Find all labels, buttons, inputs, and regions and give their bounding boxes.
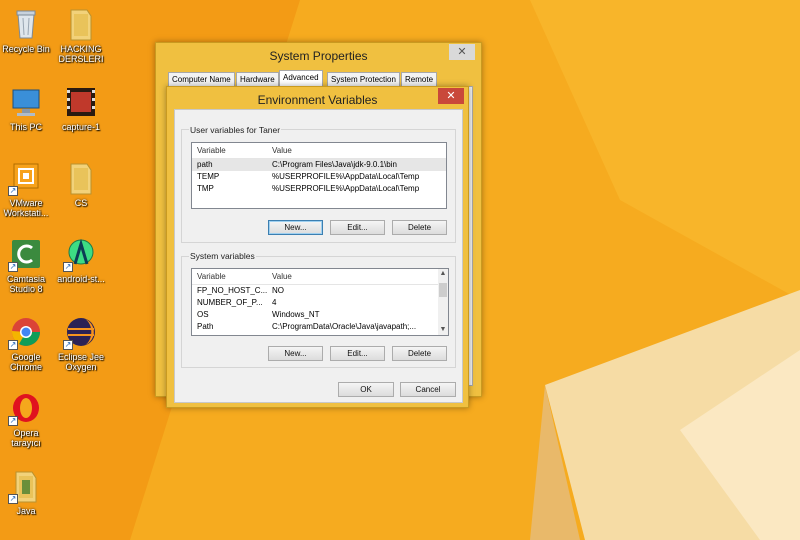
desktop-icon-label: Java: [16, 506, 36, 516]
column-header-value[interactable]: Value: [272, 143, 292, 159]
close-button[interactable]: ✕: [449, 44, 475, 60]
table-row[interactable]: path C:\Program Files\Java\jdk-9.0.1\bin: [192, 159, 446, 171]
desktop-icon-label: HACKING DERSLERI: [58, 44, 104, 64]
window-title: System Properties: [269, 49, 368, 63]
recycle-bin-icon: [8, 6, 44, 42]
folder-icon: [63, 6, 99, 42]
environment-variables-dialog[interactable]: Environment Variables ✕ User variables f…: [166, 86, 469, 408]
scroll-up-arrow-icon[interactable]: ▲: [438, 269, 448, 279]
desktop-icon-vmware[interactable]: ↗ VMware Workstati...: [0, 160, 52, 218]
column-header-value[interactable]: Value: [272, 269, 292, 285]
desktop-icon-label: Opera tarayıcı: [11, 428, 41, 448]
table-row[interactable]: FP_NO_HOST_C... NO: [192, 285, 448, 297]
list-header: Variable Value: [192, 269, 448, 285]
shortcut-arrow-icon: ↗: [8, 340, 18, 350]
user-new-button[interactable]: New...: [268, 220, 323, 235]
desktop-icon-this-pc[interactable]: This PC: [0, 84, 52, 132]
desktop-icon-label: Google Chrome: [9, 352, 42, 372]
tab-system-protection[interactable]: System Protection: [327, 72, 400, 87]
desktop-icon-cs[interactable]: CS: [55, 160, 107, 208]
desktop-icon-hacking-dersleri[interactable]: HACKING DERSLERI: [55, 6, 107, 64]
value-cell: %USERPROFILE%\AppData\Local\Temp: [272, 184, 420, 193]
desktop-icon-label: VMware Workstati...: [3, 198, 49, 218]
desktop-icon-chrome[interactable]: ↗ Google Chrome: [0, 314, 52, 372]
shortcut-arrow-icon: ↗: [8, 262, 18, 272]
desktop-icon-label: capture-1: [61, 122, 101, 132]
tab-hardware[interactable]: Hardware: [236, 72, 279, 87]
desktop-icon-capture-1[interactable]: capture-1: [55, 84, 107, 132]
desktop-icon-camtasia[interactable]: ↗ Camtasia Studio 8: [0, 236, 52, 294]
desktop-icon-label: Recycle Bin: [2, 44, 50, 54]
desktop-icon-recycle-bin[interactable]: Recycle Bin: [0, 6, 52, 54]
scroll-down-arrow-icon[interactable]: ▼: [438, 325, 448, 335]
ok-button[interactable]: OK: [338, 382, 394, 397]
eclipse-icon: ↗: [63, 314, 99, 350]
folder-icon: ↗: [8, 468, 44, 504]
scrollbar-thumb[interactable]: [439, 283, 447, 297]
desktop-icon-opera[interactable]: ↗ Opera tarayıcı: [0, 390, 52, 448]
user-variables-label: User variables for Taner: [189, 125, 282, 135]
variable-cell: NUMBER_OF_P...: [197, 298, 263, 307]
table-row[interactable]: NUMBER_OF_P... 4: [192, 297, 448, 309]
table-row[interactable]: Path C:\ProgramData\Oracle\Java\javapath…: [192, 321, 448, 333]
value-cell: C:\ProgramData\Oracle\Java\javapath;...: [272, 322, 417, 331]
close-button[interactable]: ✕: [438, 88, 464, 104]
column-header-variable[interactable]: Variable: [197, 143, 269, 159]
value-cell: 4: [272, 298, 277, 307]
shortcut-arrow-icon: ↗: [8, 416, 18, 426]
variable-cell: TEMP: [197, 172, 220, 181]
system-variables-label: System variables: [189, 251, 256, 261]
user-delete-button[interactable]: Delete: [392, 220, 447, 235]
variable-cell: Path: [197, 322, 214, 331]
chrome-icon: ↗: [8, 314, 44, 350]
computer-icon: [8, 84, 44, 120]
system-edit-button[interactable]: Edit...: [330, 346, 385, 361]
table-row[interactable]: TEMP %USERPROFILE%\AppData\Local\Temp: [192, 171, 446, 183]
system-variables-list[interactable]: Variable Value FP_NO_HOST_C... NO NUMBER…: [191, 268, 449, 336]
desktop-icon-java[interactable]: ↗ Java: [0, 468, 52, 516]
desktop-icon-android-studio[interactable]: ↗ android-st...: [55, 236, 107, 284]
user-variables-list[interactable]: Variable Value path C:\Program Files\Jav…: [191, 142, 447, 209]
shortcut-arrow-icon: ↗: [8, 186, 18, 196]
system-delete-button[interactable]: Delete: [392, 346, 447, 361]
value-cell: Windows_NT: [272, 310, 320, 319]
table-row[interactable]: TMP %USERPROFILE%\AppData\Local\Temp: [192, 183, 446, 195]
value-cell: NO: [272, 286, 284, 295]
system-list-scrollbar[interactable]: ▲ ▼: [438, 269, 448, 335]
column-header-variable[interactable]: Variable: [197, 269, 269, 285]
vmware-icon: ↗: [8, 160, 44, 196]
variable-cell: OS: [197, 310, 209, 319]
shortcut-arrow-icon: ↗: [8, 494, 18, 504]
desktop-icon-label: CS: [74, 198, 88, 208]
variable-cell: TMP: [197, 184, 214, 193]
folder-icon: [63, 160, 99, 196]
variable-cell: FP_NO_HOST_C...: [197, 286, 268, 295]
video-file-icon: [63, 84, 99, 120]
tab-remote[interactable]: Remote: [401, 72, 438, 87]
android-studio-icon: ↗: [63, 236, 99, 272]
camtasia-icon: ↗: [8, 236, 44, 272]
desktop-icon-label: Eclipse Jee Oxygen: [57, 352, 105, 372]
desktop-icon-label: Camtasia Studio 8: [6, 274, 45, 294]
opera-icon: ↗: [8, 390, 44, 426]
tab-computer-name[interactable]: Computer Name: [168, 72, 235, 87]
tab-advanced[interactable]: Advanced: [279, 70, 323, 87]
shortcut-arrow-icon: ↗: [63, 262, 73, 272]
value-cell: C:\Program Files\Java\jdk-9.0.1\bin: [272, 160, 397, 169]
shortcut-arrow-icon: ↗: [63, 340, 73, 350]
desktop-icon-label: android-st...: [57, 274, 105, 284]
cancel-button[interactable]: Cancel: [400, 382, 456, 397]
desktop-icon-eclipse[interactable]: ↗ Eclipse Jee Oxygen: [55, 314, 107, 372]
table-row[interactable]: OS Windows_NT: [192, 309, 448, 321]
user-edit-button[interactable]: Edit...: [330, 220, 385, 235]
desktop-icon-label: This PC: [9, 122, 42, 132]
system-new-button[interactable]: New...: [268, 346, 323, 361]
list-header: Variable Value: [192, 143, 446, 159]
value-cell: %USERPROFILE%\AppData\Local\Temp: [272, 172, 420, 181]
variable-cell: path: [197, 160, 213, 169]
